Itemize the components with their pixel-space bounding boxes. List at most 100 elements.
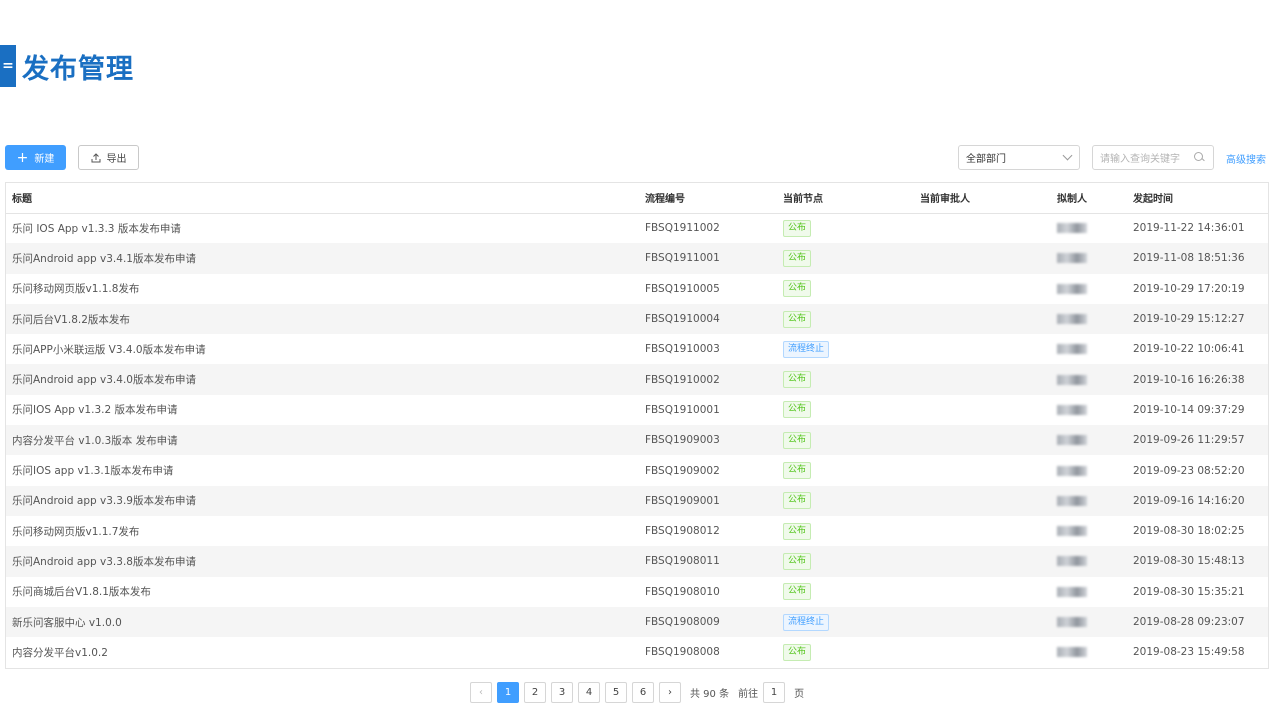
department-select[interactable]: 全部部门 [958, 145, 1080, 170]
row-start-time: 2019-10-29 15:12:27 [1127, 303, 1268, 335]
row-approver [914, 303, 1051, 335]
total-count: 共 90 条 [690, 688, 730, 700]
table-row[interactable]: 乐问IOS App v1.3.2 版本发布申请 FBSQ1910001 公布 2019… [6, 395, 1268, 425]
plus-icon: + [16, 149, 29, 166]
page-title: 发布管理 [22, 53, 134, 85]
chevron-down-icon [1062, 150, 1073, 161]
table-row[interactable]: 内容分发平台v1.0.2 FBSQ1908008 公布 2019-08-23 15:4… [6, 637, 1268, 667]
next-page-button[interactable]: › [659, 681, 681, 703]
row-current-node: 公布 [777, 516, 914, 546]
row-start-time: 2019-08-30 15:35:21 [1133, 585, 1245, 598]
blurred-author-name [1057, 283, 1087, 294]
goto-page-input[interactable]: 1 [763, 681, 786, 703]
status-badge: 公布 [783, 492, 812, 510]
row-title[interactable]: 乐问IOS App v1.3.2 版本发布申请 [6, 395, 639, 425]
blurred-author-name [1057, 465, 1087, 476]
row-process-id: FBSQ1908008 [645, 646, 720, 659]
table-row[interactable]: 乐问Android app v3.3.9版本发布申请 FBSQ1909001 公布 2… [6, 485, 1268, 516]
blurred-author-name [1057, 435, 1087, 446]
search-placeholder: 请输入查询关键字 [1100, 154, 1180, 165]
table-row[interactable]: 乐问Android app v3.3.8版本发布申请 FBSQ1908011 公布 2… [6, 546, 1268, 577]
table-row[interactable]: 乐问IOS app v1.3.1版本发布申请 FBSQ1909002 公布 2019-… [6, 455, 1268, 485]
blurred-author-name [1057, 647, 1087, 658]
row-title[interactable]: 乐问Android app v3.3.8版本发布申请 [6, 546, 639, 577]
page-number-button[interactable]: 1 [497, 681, 519, 703]
column-header: 标题 [6, 183, 639, 214]
goto-suffix: 页 [794, 688, 805, 700]
advanced-search-link[interactable]: 高级搜索 [1226, 151, 1266, 166]
row-title[interactable]: 乐问移动网页版v1.1.7发布 [6, 516, 639, 546]
status-badge: 公布 [783, 219, 812, 237]
row-approver [914, 577, 1051, 607]
page-number-button[interactable]: 4 [578, 681, 600, 703]
page-number-button[interactable]: 2 [524, 681, 546, 703]
row-approver [914, 243, 1051, 274]
row-title[interactable]: 内容分发平台v1.0.2 [6, 637, 639, 667]
row-process-id: FBSQ1908009 [639, 606, 777, 638]
row-title[interactable]: 乐问Android app v3.4.1版本发布申请 [6, 243, 639, 274]
blurred-author-name [1057, 404, 1087, 415]
table-row[interactable]: 乐问APP小米联运版 V3.4.0版本发布申请 FBSQ1910003 流程终止 20… [6, 334, 1268, 364]
row-start-time: 2019-11-22 14:36:01 [1133, 222, 1245, 235]
export-button[interactable]: 导出 [78, 145, 139, 170]
row-current-node: 公布 [777, 395, 914, 425]
table-row[interactable]: 内容分发平台 v1.0.3版本 发布申请 FBSQ1909003 公布 2019-09… [6, 425, 1268, 456]
row-approver [914, 516, 1051, 546]
row-approver [914, 425, 1051, 456]
row-author [1051, 485, 1127, 516]
blurred-author-name [1057, 253, 1087, 264]
row-approver [914, 334, 1051, 364]
page-number-button[interactable]: 5 [605, 681, 627, 703]
row-process-id: FBSQ1909001 [639, 485, 777, 516]
page-number-button[interactable]: 6 [632, 681, 654, 703]
row-title[interactable]: 乐问商城后台V1.8.1版本发布 [6, 577, 639, 607]
row-author [1051, 243, 1127, 274]
row-start-time: 2019-08-23 15:49:58 [1133, 646, 1245, 659]
row-approver [914, 274, 1051, 304]
blurred-author-name [1057, 374, 1087, 385]
row-process-id: FBSQ1910003 [645, 343, 720, 356]
status-badge: 流程终止 [783, 613, 830, 631]
row-title[interactable]: 乐问移动网页版v1.1.8发布 [6, 274, 639, 304]
page-number-button[interactable]: 3 [551, 681, 573, 703]
table-row[interactable]: 乐问后台V1.8.2版本发布 FBSQ1910004 公布 2019-10-29 15… [6, 303, 1268, 335]
prev-page-button[interactable]: ‹ [470, 681, 492, 703]
table-row[interactable]: 新乐问客服中心 v1.0.0 FBSQ1908009 流程终止 2019-08-28 … [6, 606, 1268, 638]
row-process-id: FBSQ1910001 [645, 403, 720, 416]
row-author [1051, 213, 1127, 243]
row-approver [914, 546, 1051, 577]
row-title[interactable]: 乐问Android app v3.4.0版本发布申请 [6, 364, 639, 395]
status-badge: 公布 [783, 522, 812, 540]
row-title[interactable]: 新乐问客服中心 v1.0.0 [6, 606, 639, 638]
table-row[interactable]: 乐问移动网页版v1.1.8发布 FBSQ1910005 公布 2019-10-29 1… [6, 274, 1268, 304]
row-title[interactable]: 乐问 IOS App v1.3.3 版本发布申请 [6, 213, 639, 243]
row-start-time: 2019-08-30 18:02:25 [1133, 525, 1245, 538]
row-author [1051, 425, 1127, 456]
search-input[interactable]: 请输入查询关键字 [1092, 145, 1214, 170]
table-body: 乐问 IOS App v1.3.3 版本发布申请 FBSQ1911002 公布 201… [6, 213, 1268, 667]
row-title[interactable]: 内容分发平台 v1.0.3版本 发布申请 [6, 425, 639, 456]
row-current-node: 公布 [777, 364, 914, 395]
row-start-time: 2019-08-28 09:23:07 [1127, 606, 1268, 638]
department-select-value: 全部部门 [966, 154, 1006, 165]
row-title[interactable]: 乐问Android app v3.3.9版本发布申请 [6, 485, 639, 516]
table-row[interactable]: 乐问 IOS App v1.3.3 版本发布申请 FBSQ1911002 公布 201… [6, 213, 1268, 243]
row-current-node: 公布 [777, 546, 914, 577]
table-row[interactable]: 乐问商城后台V1.8.1版本发布 FBSQ1908010 公布 2019-08-30 … [6, 577, 1268, 607]
table-row[interactable]: 乐问Android app v3.4.0版本发布申请 FBSQ1910002 公布 2… [6, 364, 1268, 395]
search-icon[interactable] [1194, 152, 1204, 162]
row-process-id: FBSQ1910005 [645, 282, 720, 295]
row-approver [914, 455, 1051, 485]
row-start-time: 2019-11-08 18:51:36 [1127, 243, 1268, 274]
row-process-id: FBSQ1911002 [645, 222, 720, 235]
status-badge: 流程终止 [783, 340, 830, 358]
row-title[interactable]: 乐问APP小米联运版 V3.4.0版本发布申请 [6, 334, 639, 364]
row-title[interactable]: 乐问IOS app v1.3.1版本发布申请 [6, 455, 639, 485]
row-title[interactable]: 乐问后台V1.8.2版本发布 [6, 303, 639, 335]
row-start-time: 2019-10-14 09:37:29 [1133, 403, 1245, 416]
new-button[interactable]: + 新建 [5, 145, 66, 170]
table-row[interactable]: 乐问移动网页版v1.1.7发布 FBSQ1908012 公布 2019-08-30 1… [6, 516, 1268, 546]
row-process-id: FBSQ1911001 [639, 243, 777, 274]
table-row[interactable]: 乐问Android app v3.4.1版本发布申请 FBSQ1911001 公布 2… [6, 243, 1268, 274]
row-process-id: FBSQ1908012 [645, 525, 720, 538]
